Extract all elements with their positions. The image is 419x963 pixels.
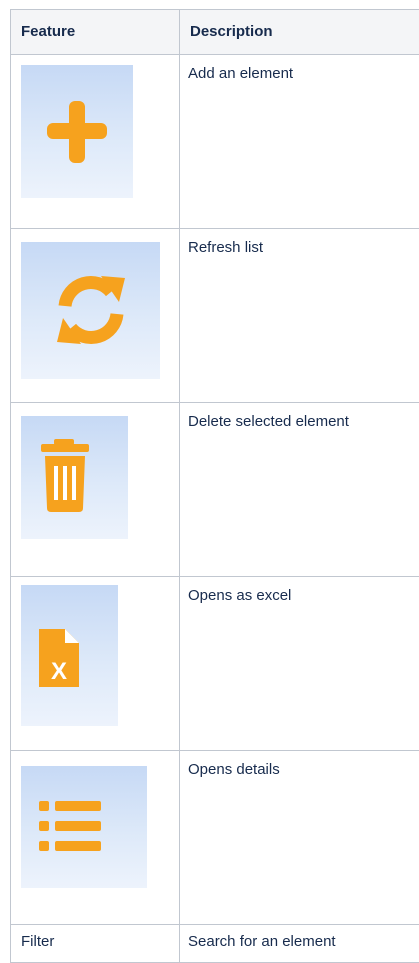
svg-text:X: X: [51, 658, 67, 685]
feature-cell: [11, 403, 180, 577]
feature-cell: [11, 229, 180, 403]
table-row: Filter Search for an element: [11, 925, 419, 963]
features-table: Feature Description Add an element: [10, 9, 419, 963]
delete-button[interactable]: [21, 416, 128, 539]
plus-icon: [21, 65, 133, 198]
table-row: Opens details: [11, 751, 419, 925]
header-description: Description: [180, 10, 419, 55]
header-feature: Feature: [11, 10, 180, 55]
add-button[interactable]: [21, 65, 133, 198]
table-header-row: Feature Description: [11, 10, 419, 55]
feature-cell: X: [11, 577, 180, 751]
description-cell: Add an element: [180, 55, 419, 229]
description-cell: Opens details: [180, 751, 419, 925]
description-cell: Search for an element: [180, 925, 419, 963]
table-row: X Opens as excel: [11, 577, 419, 751]
table-row: Refresh list: [11, 229, 419, 403]
table-row: Delete selected element: [11, 403, 419, 577]
description-cell: Refresh list: [180, 229, 419, 403]
details-button[interactable]: [21, 766, 147, 888]
feature-cell: [11, 55, 180, 229]
excel-file-icon: X: [21, 585, 118, 726]
description-cell: Opens as excel: [180, 577, 419, 751]
trash-icon: [21, 416, 128, 539]
table-row: Add an element: [11, 55, 419, 229]
feature-cell: [11, 751, 180, 925]
refresh-button[interactable]: [21, 242, 160, 379]
refresh-icon: [21, 242, 160, 379]
feature-cell-filter: Filter: [11, 925, 180, 963]
excel-export-button[interactable]: X: [21, 585, 118, 726]
description-cell: Delete selected element: [180, 403, 419, 577]
list-details-icon: [21, 766, 147, 888]
